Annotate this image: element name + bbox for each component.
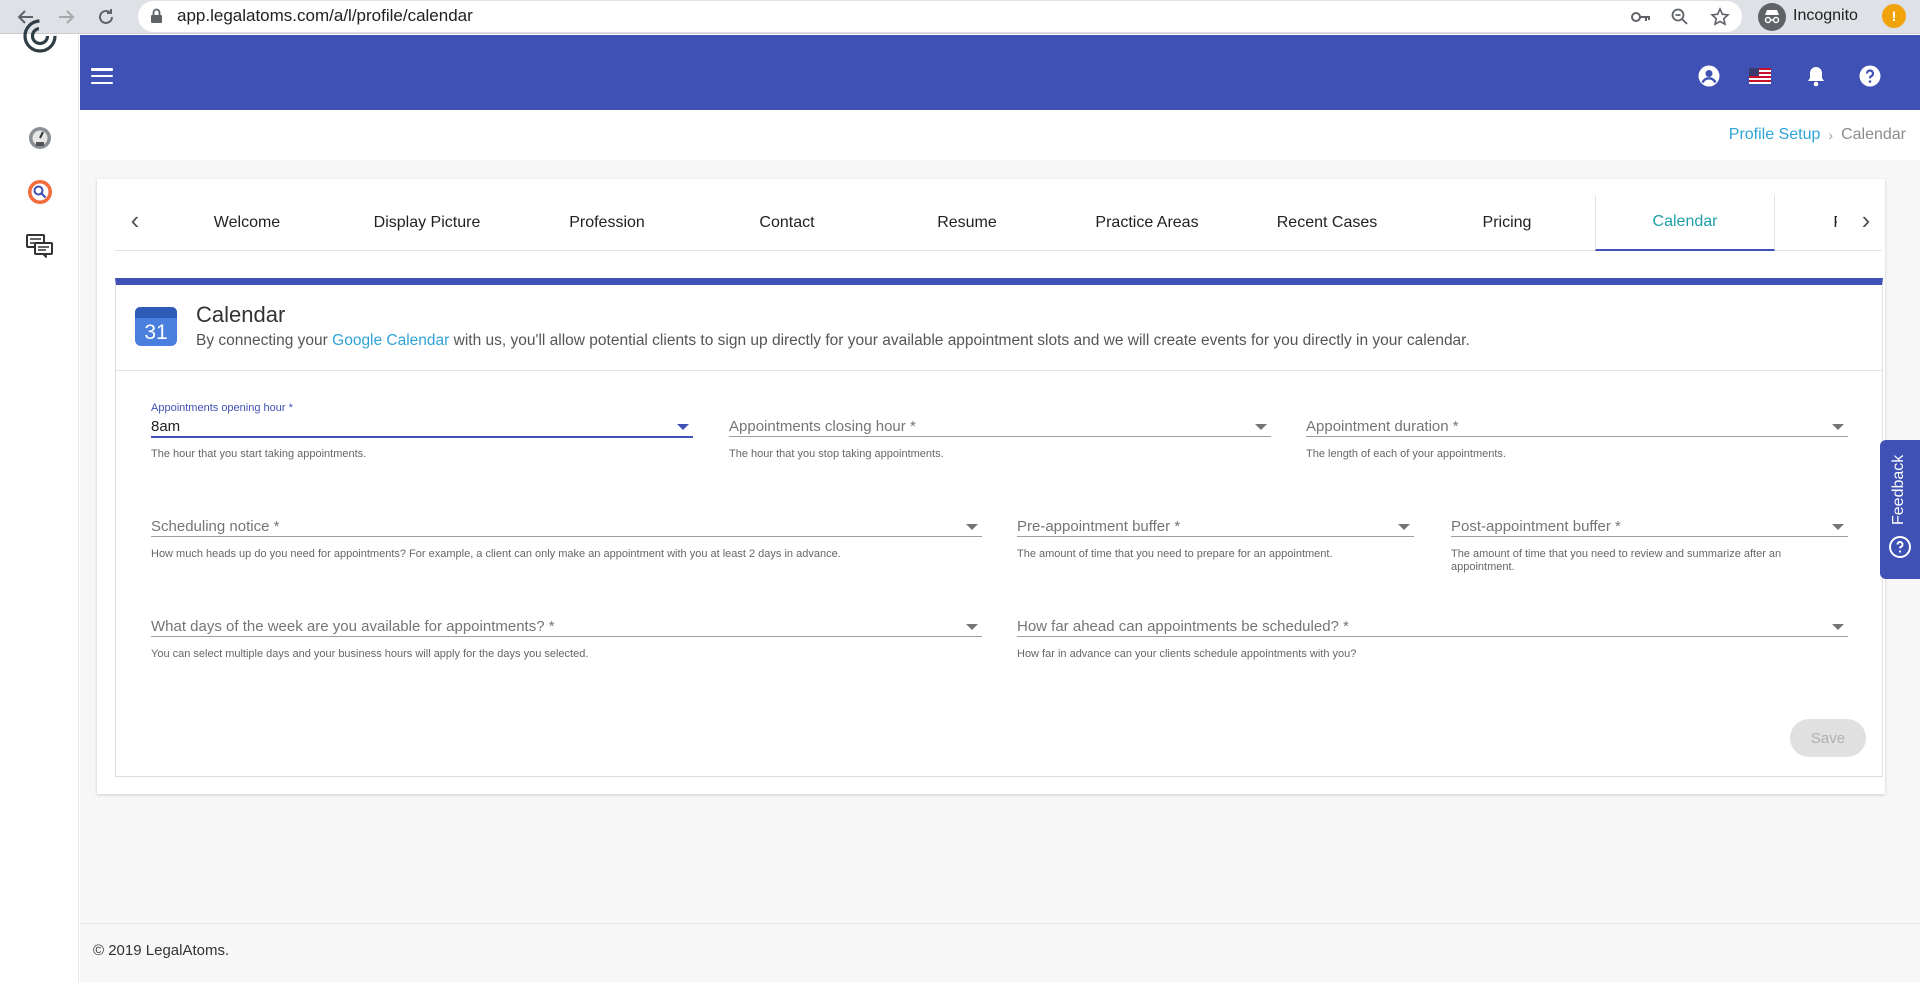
how-far-ahead-select[interactable]: How far ahead can appointments be schedu… bbox=[1017, 602, 1848, 672]
account-icon[interactable] bbox=[1696, 63, 1722, 89]
scheduling-notice-hint: How much heads up do you need for appoin… bbox=[151, 548, 841, 560]
footer-copyright: © 2019 LegalAtoms. bbox=[93, 942, 230, 959]
url-text[interactable]: app.legalatoms.com/a/l/profile/calendar bbox=[177, 6, 473, 26]
days-of-week-hint: You can select multiple days and your bu… bbox=[151, 648, 589, 660]
post-appointment-buffer-underline bbox=[1451, 536, 1848, 537]
google-calendar-link[interactable]: Google Calendar bbox=[332, 332, 449, 349]
arrow-right-icon bbox=[59, 10, 75, 24]
save-button[interactable]: Save bbox=[1790, 719, 1866, 757]
pre-appointment-buffer-select[interactable]: Pre-appointment buffer * The amount of t… bbox=[1017, 502, 1414, 582]
opening-hour-caret-icon bbox=[677, 424, 689, 430]
how-far-ahead-underline bbox=[1017, 636, 1848, 637]
incognito-icon[interactable] bbox=[1758, 3, 1786, 31]
tab-pricing[interactable]: Pricing bbox=[1417, 195, 1597, 251]
tab-profession[interactable]: Profession bbox=[517, 195, 697, 251]
tab-resume[interactable]: Resume bbox=[877, 195, 1057, 251]
pre-appointment-buffer-caret-icon bbox=[1398, 524, 1410, 530]
google-calendar-icon: 31 bbox=[135, 307, 177, 346]
days-of-week-caret-icon bbox=[966, 624, 978, 630]
scheduling-notice-caret-icon bbox=[966, 524, 978, 530]
messages-chat-icon[interactable] bbox=[26, 232, 54, 260]
reload-button[interactable] bbox=[92, 3, 120, 31]
pre-appointment-buffer-hint: The amount of time that you need to prep… bbox=[1017, 548, 1333, 560]
tab-recent-cases[interactable]: Recent Cases bbox=[1237, 195, 1417, 251]
how-far-ahead-caret-icon bbox=[1832, 624, 1844, 630]
tab-contact[interactable]: Contact bbox=[697, 195, 877, 251]
tab-practice-areas[interactable]: Practice Areas bbox=[1057, 195, 1237, 251]
tab-welcome[interactable]: Welcome bbox=[157, 195, 337, 251]
tab-next-partial[interactable]: P bbox=[1777, 195, 1837, 251]
bell-icon[interactable] bbox=[1803, 63, 1829, 89]
how-far-ahead-placeholder: How far ahead can appointments be schedu… bbox=[1017, 618, 1349, 635]
opening-hour-label: Appointments opening hour * bbox=[151, 402, 293, 414]
closing-hour-underline bbox=[729, 436, 1271, 437]
opening-hour-select[interactable]: Appointments opening hour * 8am The hour… bbox=[151, 402, 693, 472]
panel-desc-before: By connecting your bbox=[196, 332, 333, 349]
scheduling-notice-placeholder: Scheduling notice * bbox=[151, 518, 280, 535]
reload-icon bbox=[99, 9, 113, 24]
breadcrumb-current: Calendar bbox=[1841, 126, 1906, 143]
breadcrumb: Profile Setup › Calendar bbox=[1729, 126, 1906, 144]
dashboard-gauge-icon[interactable] bbox=[26, 124, 54, 152]
feedback-help-icon[interactable] bbox=[1888, 535, 1912, 559]
post-appointment-buffer-hint: The amount of time that you need to revi… bbox=[1451, 548, 1782, 573]
zoom-out-icon[interactable] bbox=[1667, 4, 1693, 30]
post-appointment-buffer-caret-icon bbox=[1832, 524, 1844, 530]
panel-divider bbox=[116, 370, 1882, 371]
scheduling-notice-select[interactable]: Scheduling notice * How much heads up do… bbox=[151, 502, 982, 572]
closing-hour-hint: The hour that you stop taking appointmen… bbox=[729, 448, 944, 460]
appointment-duration-underline bbox=[1306, 436, 1848, 437]
panel-title: Calendar bbox=[196, 302, 286, 327]
tab-calendar[interactable]: Calendar bbox=[1595, 195, 1775, 251]
days-of-week-underline bbox=[151, 636, 982, 637]
appointment-duration-caret-icon bbox=[1832, 424, 1844, 430]
pre-appointment-buffer-underline bbox=[1017, 536, 1414, 537]
feedback-label[interactable]: Feedback bbox=[1887, 445, 1911, 535]
key-icon[interactable] bbox=[1628, 4, 1654, 30]
panel-description: By connecting your Google Calendar with … bbox=[196, 332, 1470, 350]
opening-hour-value: 8am bbox=[151, 418, 181, 435]
incognito-label: Incognito bbox=[1793, 7, 1858, 24]
closing-hour-caret-icon bbox=[1255, 424, 1267, 430]
star-icon[interactable] bbox=[1707, 4, 1733, 30]
how-far-ahead-hint: How far in advance can your clients sche… bbox=[1017, 648, 1357, 660]
hamburger-icon[interactable] bbox=[91, 68, 113, 84]
tab-display-picture[interactable]: Display Picture bbox=[337, 195, 517, 251]
help-icon[interactable] bbox=[1857, 63, 1883, 89]
app-header-bar bbox=[80, 35, 1920, 110]
opening-hour-underline bbox=[151, 436, 693, 438]
opening-hour-hint: The hour that you start taking appointme… bbox=[151, 448, 367, 460]
browser-alert-icon[interactable]: ! bbox=[1882, 4, 1906, 28]
profile-setup-tabs: ‹ Welcome Display Picture Profession Con… bbox=[115, 195, 1882, 251]
closing-hour-placeholder: Appointments closing hour * bbox=[729, 418, 916, 435]
lock-icon bbox=[151, 8, 162, 23]
scheduling-notice-underline bbox=[151, 536, 982, 537]
tabs-next-arrow-icon[interactable]: › bbox=[1854, 207, 1878, 233]
days-of-week-select[interactable]: What days of the week are you available … bbox=[151, 602, 982, 672]
page-footer bbox=[80, 923, 1920, 982]
breadcrumb-separator: › bbox=[1828, 127, 1834, 143]
appointment-duration-select[interactable]: Appointment duration * The length of eac… bbox=[1306, 402, 1848, 472]
profile-search-icon[interactable] bbox=[26, 178, 54, 206]
breadcrumb-profile-setup-link[interactable]: Profile Setup bbox=[1729, 126, 1821, 144]
tab-next-partial-label: P bbox=[1833, 214, 1837, 232]
pre-appointment-buffer-placeholder: Pre-appointment buffer * bbox=[1017, 518, 1181, 535]
post-appointment-buffer-select[interactable]: Post-appointment buffer * The amount of … bbox=[1451, 502, 1848, 582]
days-of-week-placeholder: What days of the week are you available … bbox=[151, 618, 555, 635]
legalatoms-logo-icon[interactable] bbox=[22, 18, 58, 54]
appointment-duration-placeholder: Appointment duration * bbox=[1306, 418, 1459, 435]
calendar-icon-number: 31 bbox=[144, 321, 167, 344]
appointment-duration-hint: The length of each of your appointments. bbox=[1306, 448, 1506, 460]
us-flag-icon[interactable] bbox=[1747, 63, 1773, 89]
panel-desc-after: with us, you'll allow potential clients … bbox=[449, 332, 1470, 349]
closing-hour-select[interactable]: Appointments closing hour * The hour tha… bbox=[729, 402, 1271, 472]
post-appointment-buffer-placeholder: Post-appointment buffer * bbox=[1451, 518, 1621, 535]
tabs-prev-arrow-icon[interactable]: ‹ bbox=[123, 207, 147, 233]
